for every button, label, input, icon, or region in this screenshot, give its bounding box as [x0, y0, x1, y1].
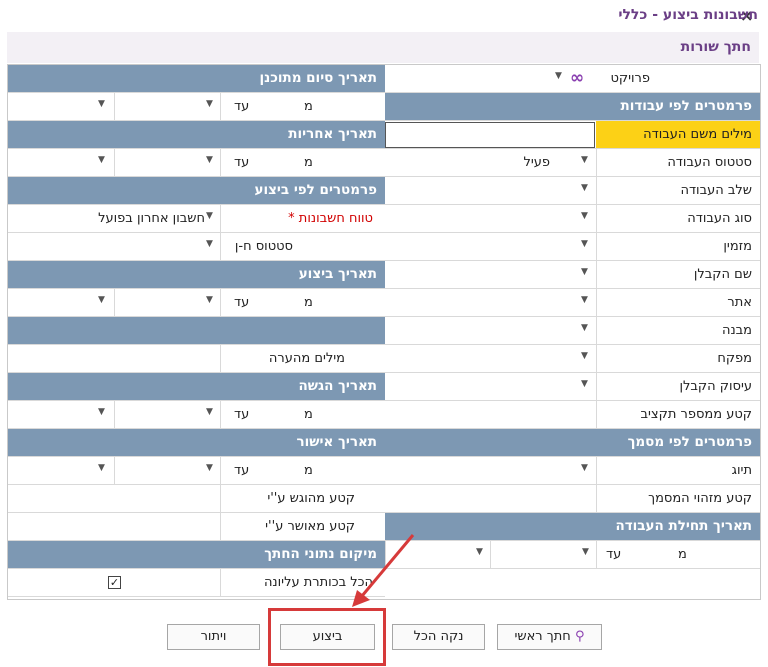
annotation-arrow-icon: [352, 534, 415, 607]
